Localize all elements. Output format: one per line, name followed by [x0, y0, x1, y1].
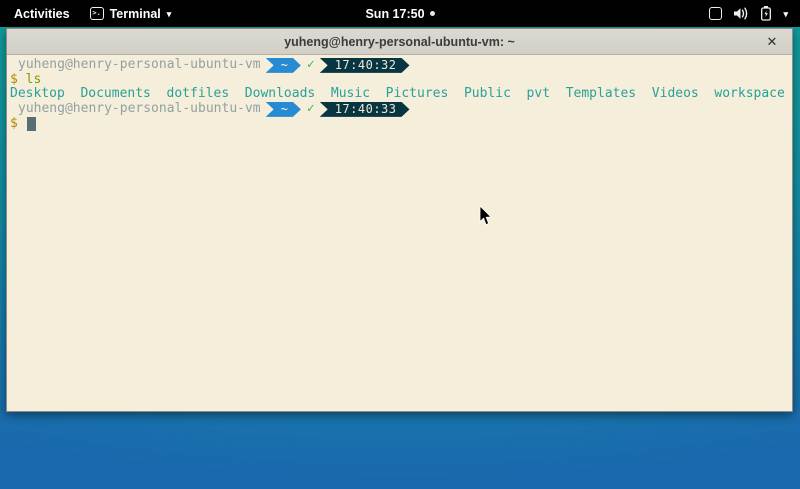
powerline-time-segment: 17:40:33	[320, 102, 410, 117]
terminal-content[interactable]: yuheng@henry-personal-ubuntu-vm ~ ✓ 17:4…	[7, 55, 792, 411]
status-check-icon: ✓	[307, 102, 317, 117]
system-status-area[interactable]: ▾	[709, 0, 800, 27]
prompt-symbol: $	[10, 117, 18, 132]
chevron-down-icon: ▾	[167, 9, 172, 20]
input-line[interactable]: $	[10, 117, 790, 132]
notification-dot-icon	[430, 11, 435, 16]
window-titlebar[interactable]: yuheng@henry-personal-ubuntu-vm: ~ ✕	[7, 29, 792, 55]
prompt-line: yuheng@henry-personal-ubuntu-vm ~ ✓ 17:4…	[10, 58, 790, 73]
terminal-cursor	[27, 117, 36, 131]
powerline-cwd-segment: ~	[266, 58, 301, 73]
activities-button[interactable]: Activities	[10, 7, 74, 21]
prompt-line: yuheng@henry-personal-ubuntu-vm ~ ✓ 17:4…	[10, 102, 790, 117]
powerline-cwd-segment: ~	[266, 102, 301, 117]
terminal-window: yuheng@henry-personal-ubuntu-vm: ~ ✕ yuh…	[6, 28, 793, 412]
screen-icon	[709, 7, 722, 20]
powerline-time-segment: 17:40:32	[320, 58, 410, 73]
chevron-down-icon: ▾	[783, 9, 788, 20]
command-line: $ ls	[10, 73, 790, 88]
prompt-symbol: $	[10, 73, 18, 88]
clock[interactable]: Sun 17:50	[365, 7, 424, 21]
volume-icon	[734, 7, 749, 20]
command-text: ls	[26, 73, 42, 88]
ls-output-line: Desktop Documents dotfiles Downloads Mus…	[10, 87, 790, 102]
prompt-user: yuheng@henry-personal-ubuntu-vm	[10, 102, 261, 117]
top-bar-left: Activities >. Terminal ▾	[0, 7, 171, 21]
close-button[interactable]: ✕	[762, 32, 782, 52]
terminal-app-icon: >.	[90, 7, 104, 20]
window-title: yuheng@henry-personal-ubuntu-vm: ~	[284, 35, 515, 49]
status-check-icon: ✓	[307, 58, 317, 73]
battery-charging-icon	[761, 6, 771, 21]
prompt-user: yuheng@henry-personal-ubuntu-vm	[10, 58, 261, 73]
app-menu-label: Terminal	[110, 7, 161, 21]
top-bar: Activities >. Terminal ▾ Sun 17:50 ▾	[0, 0, 800, 27]
app-menu-terminal[interactable]: >. Terminal ▾	[90, 7, 172, 21]
